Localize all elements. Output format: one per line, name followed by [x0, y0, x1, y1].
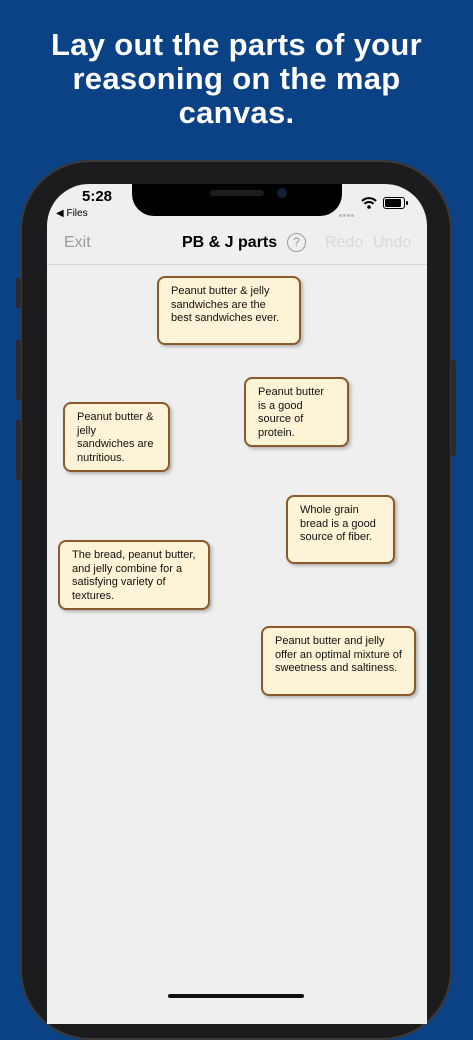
front-camera [277, 188, 287, 198]
headline-line-2: reasoning on the map [72, 61, 401, 96]
back-to-files-link[interactable]: ◀ Files [56, 208, 88, 219]
headline-line-1: Lay out the parts of your [51, 27, 422, 62]
redo-button[interactable]: Redo [325, 234, 363, 252]
signal-icon [339, 204, 355, 222]
power-button [451, 360, 456, 456]
help-icon[interactable]: ? [287, 233, 306, 252]
reason-card-nutritious[interactable]: Peanut butter & jelly sandwiches are nut… [63, 402, 170, 472]
promo-headline: Lay out the parts of your reasoning on t… [0, 28, 473, 130]
volume-up-button [16, 340, 21, 400]
undo-button[interactable]: Undo [373, 234, 411, 252]
reason-card-fiber[interactable]: Whole grain bread is a good source of fi… [286, 495, 395, 564]
reason-card-protein[interactable]: Peanut butter is a good source of protei… [244, 377, 349, 447]
wifi-icon [361, 196, 377, 214]
reason-card-sweet-salty[interactable]: Peanut butter and jelly offer an optimal… [261, 626, 416, 696]
reason-card-claim[interactable]: Peanut butter & jelly sandwiches are the… [157, 276, 301, 345]
exit-button[interactable]: Exit [64, 234, 91, 252]
headline-line-3: canvas. [178, 95, 295, 130]
page-title: PB & J parts [182, 234, 278, 251]
status-time: 5:28 [82, 188, 113, 205]
reason-card-textures[interactable]: The bread, peanut butter, and jelly comb… [58, 540, 210, 610]
notch [132, 184, 342, 216]
battery-icon [383, 197, 408, 209]
volume-down-button [16, 420, 21, 480]
home-indicator[interactable] [168, 994, 304, 998]
mute-switch [16, 278, 21, 308]
speaker [210, 190, 264, 196]
